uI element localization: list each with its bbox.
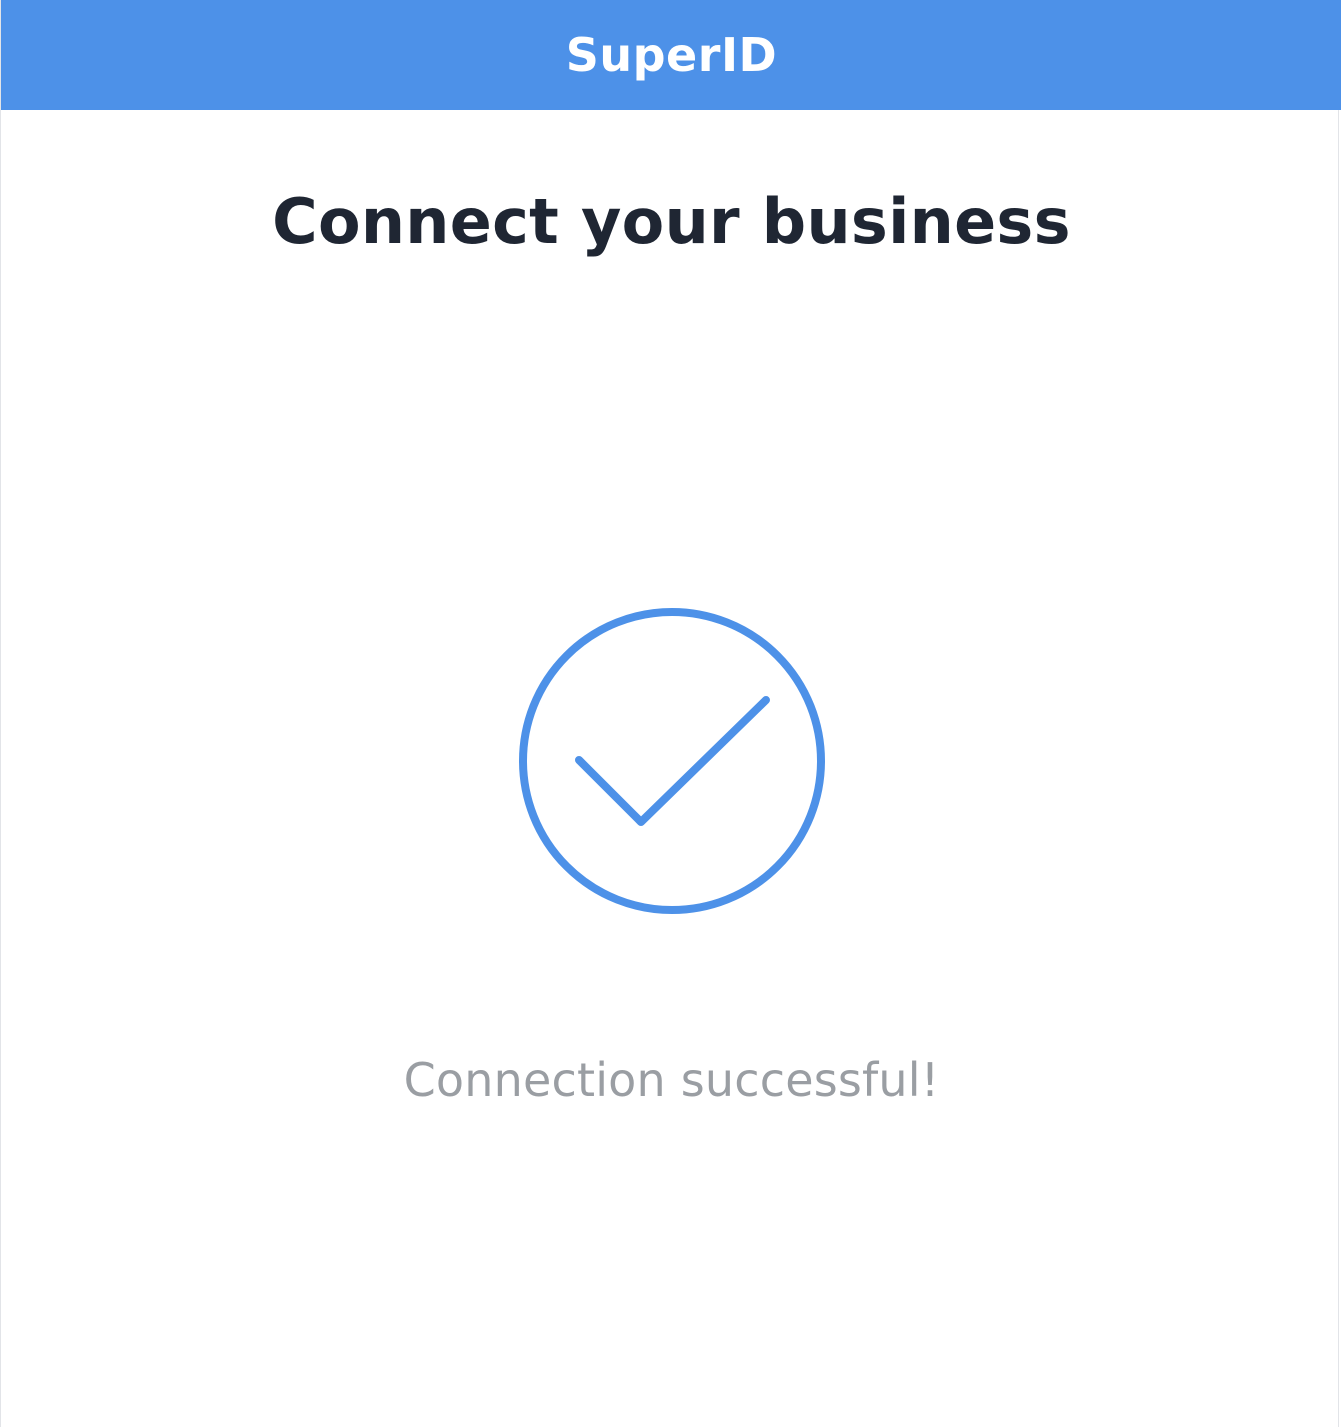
connection-status-message: Connection successful! [403,1053,940,1107]
checkmark-stroke [575,696,770,826]
app-header: SuperID [1,0,1341,110]
check-circle-ring [519,608,825,914]
check-circle-icon [517,606,827,916]
app-frame: SuperID Connect your business Connection… [0,0,1341,1427]
page-title: Connect your business [272,185,1071,258]
brand-logo-text: SuperID [565,28,778,82]
